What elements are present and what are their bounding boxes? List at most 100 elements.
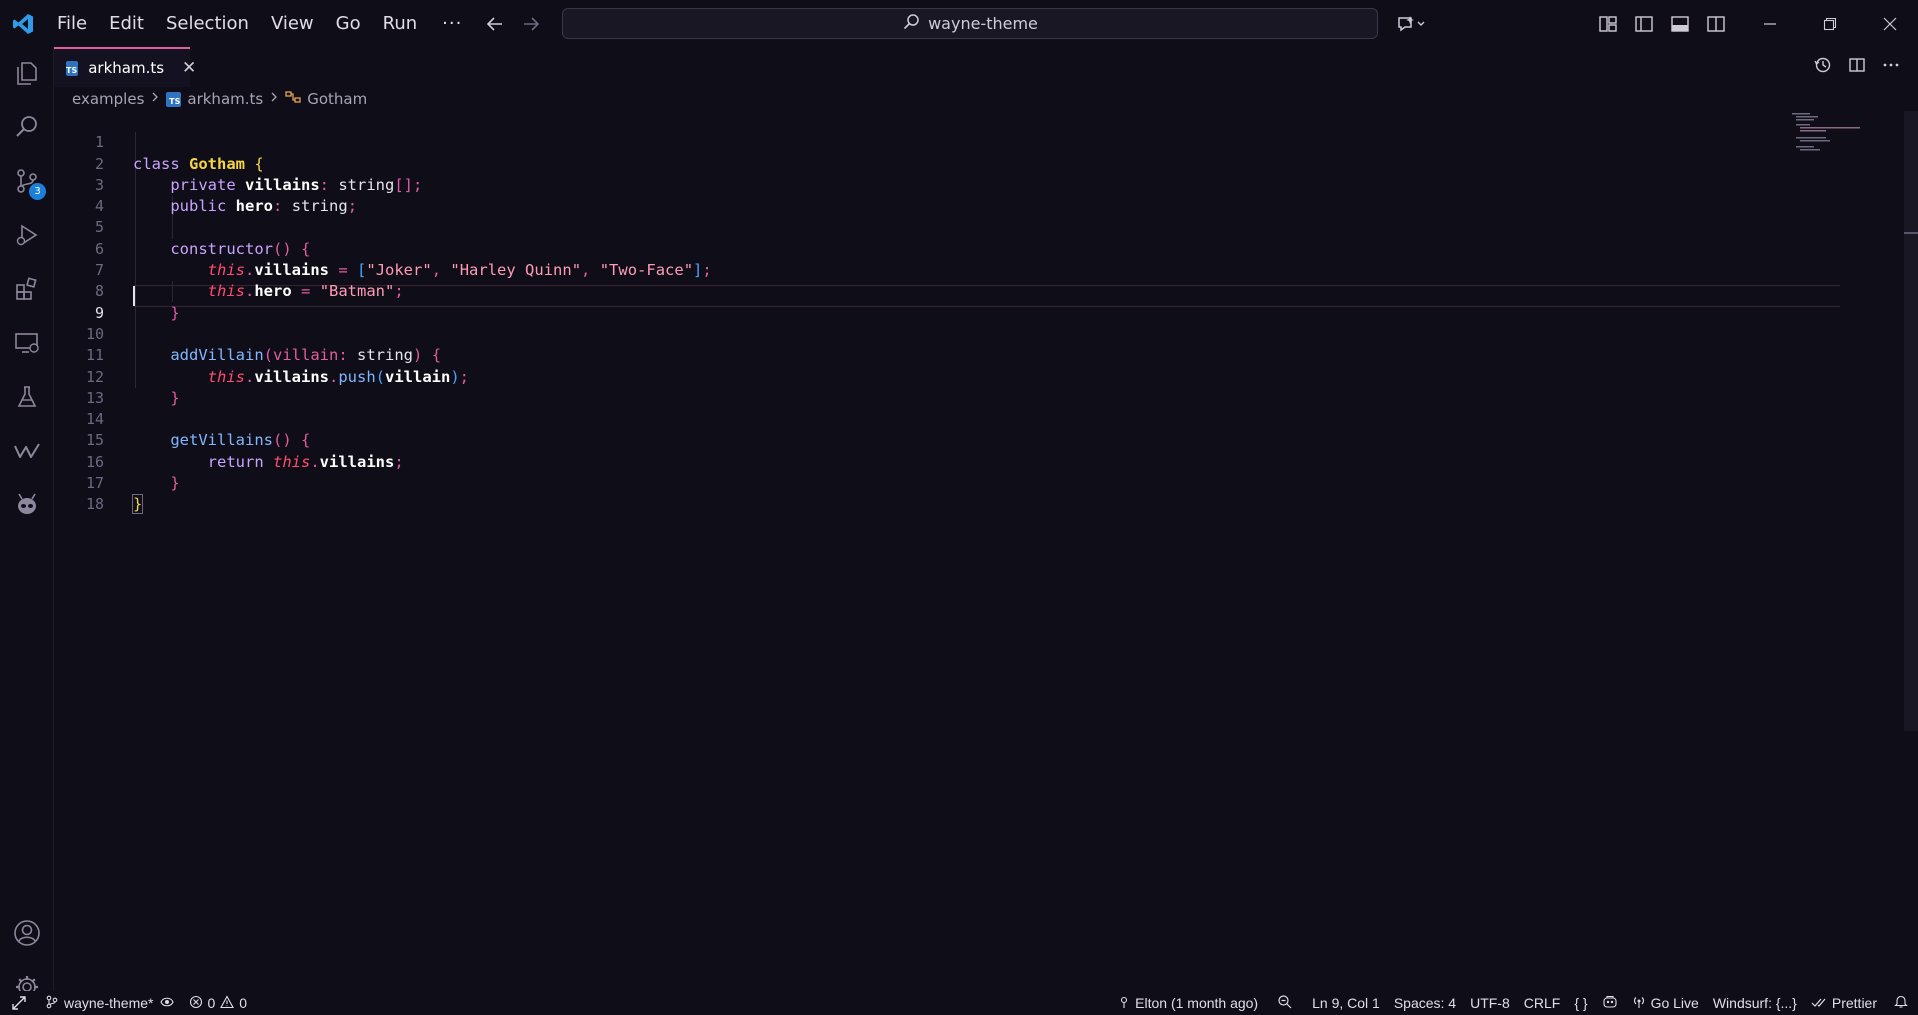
- minimap[interactable]: [1790, 111, 1900, 151]
- code-text: }: [131, 494, 144, 515]
- menu-more-button[interactable]: ···: [428, 13, 476, 34]
- branch-status[interactable]: wayne-theme*: [38, 991, 182, 1015]
- language-mode-status[interactable]: { }: [1567, 991, 1594, 1015]
- double-check-icon: [1811, 995, 1827, 1012]
- code-line: 4: [54, 175, 1784, 215]
- error-icon: [189, 995, 203, 1012]
- chevron-right-icon: [269, 91, 279, 107]
- menu-selection[interactable]: Selection: [155, 0, 260, 47]
- title-bar: File Edit Selection View Go Run ··· wayn…: [0, 0, 1918, 47]
- search-view-icon[interactable]: [0, 103, 54, 151]
- zoom-out-icon: [1277, 994, 1293, 1013]
- menu-view[interactable]: View: [260, 0, 325, 47]
- code-line: 6 this.villains = ["Joker", "Harley Quin…: [54, 218, 1784, 279]
- typescript-file-icon: TS: [66, 60, 79, 76]
- prettier-status[interactable]: Prettier: [1804, 991, 1884, 1015]
- status-bar: wayne-theme* 0 0 Elton (1 month ago) Ln …: [0, 991, 1918, 1015]
- encoding-status[interactable]: UTF-8: [1463, 991, 1517, 1015]
- run-debug-icon[interactable]: [0, 211, 54, 259]
- breadcrumb-folder[interactable]: examples: [72, 90, 144, 108]
- explorer-icon[interactable]: [0, 49, 54, 97]
- code-line: 8 }: [54, 260, 1784, 321]
- code-line: 13: [54, 367, 1784, 407]
- command-center-search[interactable]: wayne-theme: [562, 8, 1378, 39]
- go-live-label: Go Live: [1650, 995, 1699, 1011]
- code-line: 18: [54, 473, 1784, 513]
- source-control-badge: 3: [29, 183, 46, 200]
- scrollbar-cursor-marker: [1904, 232, 1918, 234]
- branch-name: wayne-theme*: [64, 995, 154, 1011]
- blame-text: Elton (1 month ago): [1135, 995, 1259, 1011]
- problems-status[interactable]: 0 0: [182, 991, 255, 1015]
- code-line: 12 }: [54, 345, 1784, 407]
- error-count: 0: [207, 995, 216, 1011]
- broadcast-icon: [1632, 995, 1646, 1012]
- prettier-label: Prettier: [1831, 995, 1877, 1011]
- accounts-icon[interactable]: [0, 909, 54, 957]
- code-line: 2 private villains: string[];: [54, 132, 1784, 194]
- editor-actions: [1814, 47, 1900, 87]
- cursor-position-status[interactable]: Ln 9, Col 1: [1305, 991, 1387, 1015]
- notifications-status[interactable]: [1884, 991, 1918, 1015]
- search-icon: [902, 13, 920, 35]
- warning-count: 0: [239, 995, 248, 1011]
- minimize-icon[interactable]: [1740, 0, 1800, 47]
- editor-scrollbar[interactable]: [1904, 111, 1918, 731]
- windsurf-icon[interactable]: [0, 427, 54, 475]
- timeline-history-icon[interactable]: [1814, 56, 1832, 78]
- menu-run[interactable]: Run: [372, 0, 429, 47]
- code-editor[interactable]: 1 class Gotham { 2 private villains: str…: [54, 111, 1918, 991]
- code-line: 9: [54, 281, 1784, 322]
- editor-tab-bar: TS arkham.ts ✕: [54, 47, 1918, 87]
- vscode-logo-icon: [0, 0, 46, 47]
- git-commit-icon: [1118, 995, 1130, 1012]
- toggle-panel-icon[interactable]: [1662, 0, 1698, 47]
- code-line: 17 }: [54, 452, 1784, 515]
- menu-file[interactable]: File: [46, 0, 98, 47]
- more-actions-icon[interactable]: [1882, 56, 1900, 78]
- eol-status[interactable]: CRLF: [1517, 991, 1568, 1015]
- tab-label: arkham.ts: [88, 59, 165, 77]
- indentation-status[interactable]: Spaces: 4: [1387, 991, 1463, 1015]
- chevron-right-icon: [150, 91, 160, 107]
- code-line: 3 public hero: string;: [54, 154, 1784, 215]
- breadcrumb-symbol[interactable]: Gotham: [307, 90, 367, 108]
- forward-arrow-icon[interactable]: [520, 13, 542, 35]
- status-bar-right: Elton (1 month ago) Ln 9, Col 1 Spaces: …: [1111, 991, 1918, 1015]
- code-line: 10 addVillain(villain: string) {: [54, 303, 1784, 364]
- copilot-sparkle-icon[interactable]: [1390, 0, 1436, 47]
- sync-icon: [159, 995, 175, 1012]
- navigation-arrows: [484, 0, 542, 47]
- toggle-secondary-sidebar-icon[interactable]: [1698, 0, 1734, 47]
- restore-icon[interactable]: [1800, 0, 1860, 47]
- go-live-status[interactable]: Go Live: [1625, 991, 1706, 1015]
- git-blame-status[interactable]: Elton (1 month ago): [1111, 991, 1265, 1015]
- remote-indicator-icon[interactable]: [0, 991, 38, 1015]
- customize-layout-icon[interactable]: [1590, 0, 1626, 47]
- windsurf-status[interactable]: Windsurf: {...}: [1706, 991, 1804, 1015]
- breadcrumb-file[interactable]: arkham.ts: [187, 90, 263, 108]
- menu-go[interactable]: Go: [325, 0, 372, 47]
- code-line: 5 constructor() {: [54, 196, 1784, 257]
- source-control-icon[interactable]: 3: [0, 157, 54, 205]
- toggle-primary-sidebar-icon[interactable]: [1626, 0, 1662, 47]
- remote-explorer-icon[interactable]: [0, 319, 54, 367]
- copilot-icon: [1602, 995, 1618, 1012]
- zoom-status[interactable]: [1265, 991, 1305, 1015]
- command-center-label: wayne-theme: [928, 14, 1038, 33]
- alien-extension-icon[interactable]: [0, 481, 54, 529]
- copilot-status[interactable]: [1595, 991, 1625, 1015]
- split-editor-icon[interactable]: [1848, 56, 1866, 78]
- testing-flask-icon[interactable]: [0, 373, 54, 421]
- menu-bar: File Edit Selection View Go Run ···: [46, 0, 476, 47]
- tab-arkham-ts[interactable]: TS arkham.ts ✕: [54, 47, 196, 87]
- menu-edit[interactable]: Edit: [98, 0, 155, 47]
- code-line: 7 this.hero = "Batman";: [54, 239, 1784, 300]
- close-window-icon[interactable]: [1860, 0, 1918, 47]
- back-arrow-icon[interactable]: [484, 13, 506, 35]
- git-branch-icon: [45, 995, 59, 1012]
- code-line: 14 getVillains() {: [54, 388, 1784, 449]
- extensions-icon[interactable]: [0, 265, 54, 313]
- bell-icon: [1894, 994, 1908, 1012]
- tab-close-icon[interactable]: ✕: [182, 58, 196, 78]
